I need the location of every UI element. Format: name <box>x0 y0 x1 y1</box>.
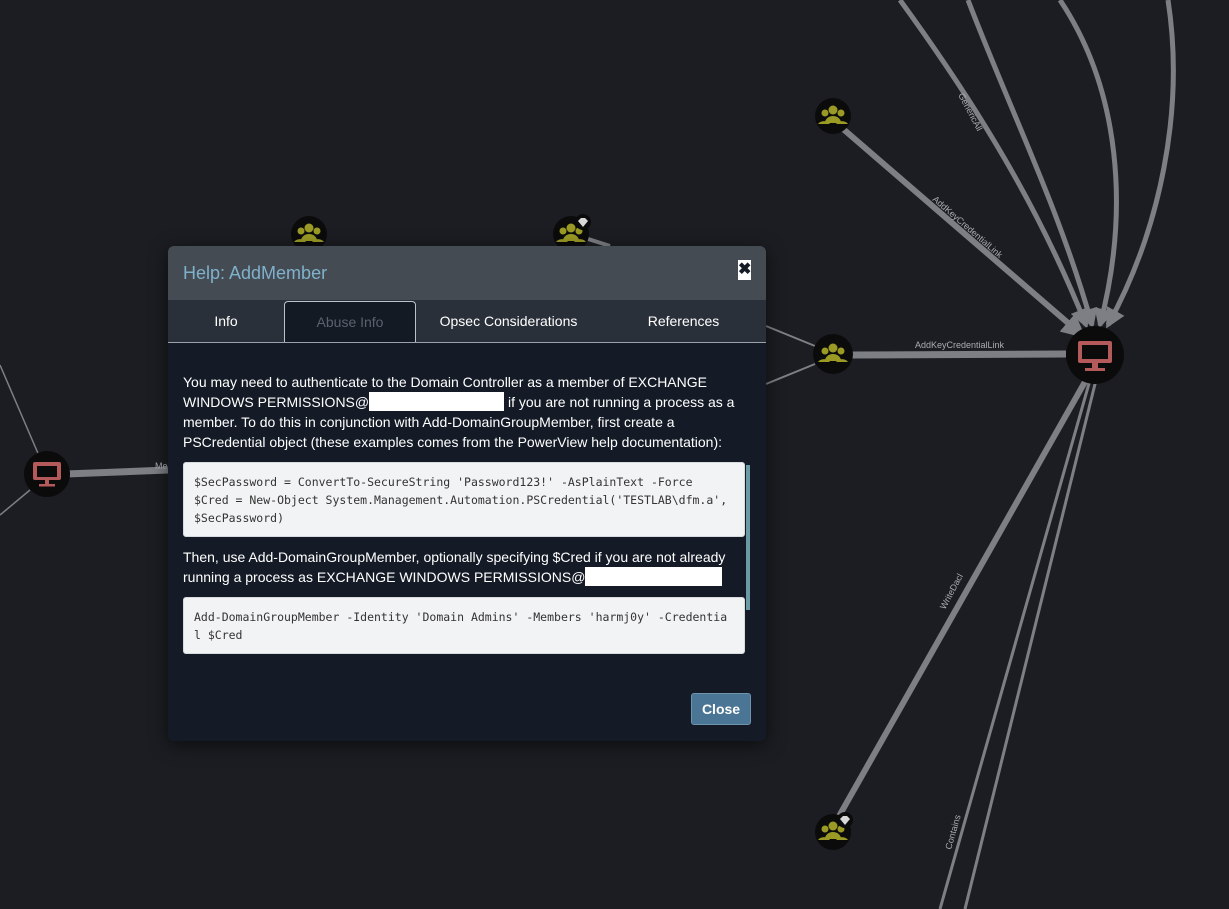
edge-top-3[interactable] <box>1057 0 1119 329</box>
code-block-add-member: Add-DomainGroupMember -Identity 'Domain … <box>183 597 745 654</box>
edge-addkeycred-horiz[interactable] <box>851 350 1067 359</box>
abuse-paragraph-2: Then, use Add-DomainGroupMember, optiona… <box>183 547 743 587</box>
edge-label-addkeycred-diag: AddKeyCredentialLink <box>931 194 1005 260</box>
edge-label-genericall: GenericAll <box>956 91 984 132</box>
content-scrollbar[interactable] <box>746 465 750 610</box>
edge-left-a[interactable] <box>0 364 41 459</box>
edge-left-b[interactable] <box>0 489 31 516</box>
close-button[interactable]: Close <box>691 693 751 725</box>
computer-node-left[interactable] <box>24 451 70 497</box>
redacted-domain <box>585 567 723 586</box>
edge-contains-1[interactable] <box>938 379 1092 909</box>
highvalue-diamond-icon <box>575 214 591 230</box>
computer-node-target[interactable] <box>1066 326 1124 384</box>
edge-label-addkeycred-horiz: AddKeyCredentialLink <box>915 340 1005 350</box>
tab-references[interactable]: References <box>601 300 766 342</box>
modal-title: Help: AddMember <box>183 263 328 283</box>
highvalue-diamond-icon <box>837 812 853 828</box>
tab-info[interactable]: Info <box>168 300 284 342</box>
edge-top-2[interactable] <box>965 0 1098 329</box>
edge-contains-2[interactable] <box>963 379 1098 909</box>
code-block-credential: $SecPassword = ConvertTo-SecureString 'P… <box>183 462 745 537</box>
tab-opsec-considerations[interactable]: Opsec Considerations <box>416 300 601 342</box>
edge-label-contains: Contains <box>943 813 963 850</box>
edge-mid-a[interactable] <box>765 325 816 347</box>
edge-top-4[interactable] <box>1105 0 1176 329</box>
help-modal: Help: AddMember ✖ Info Abuse Info Opsec … <box>168 246 766 741</box>
redacted-domain <box>369 392 505 411</box>
group-node-bottom[interactable] <box>815 812 853 850</box>
tab-content-abuse-info: You may need to authenticate to the Doma… <box>168 343 766 683</box>
tab-bar: Info Abuse Info Opsec Considerations Ref… <box>168 300 766 343</box>
group-node-top-right[interactable] <box>815 98 851 134</box>
abuse-paragraph-1: You may need to authenticate to the Doma… <box>183 372 743 452</box>
modal-header: Help: AddMember ✖ <box>168 246 766 300</box>
edge-mid-b[interactable] <box>765 363 816 385</box>
close-icon[interactable]: ✖ <box>738 260 751 280</box>
edge-genericall[interactable] <box>897 0 1090 329</box>
edge-writedacl[interactable] <box>835 378 1089 820</box>
group-node-mid[interactable] <box>813 334 853 374</box>
edge-label-member: Me <box>155 461 168 471</box>
edge-left-computer[interactable] <box>65 466 169 478</box>
edge-top-group2[interactable] <box>584 236 611 248</box>
tab-abuse-info[interactable]: Abuse Info <box>284 301 416 342</box>
